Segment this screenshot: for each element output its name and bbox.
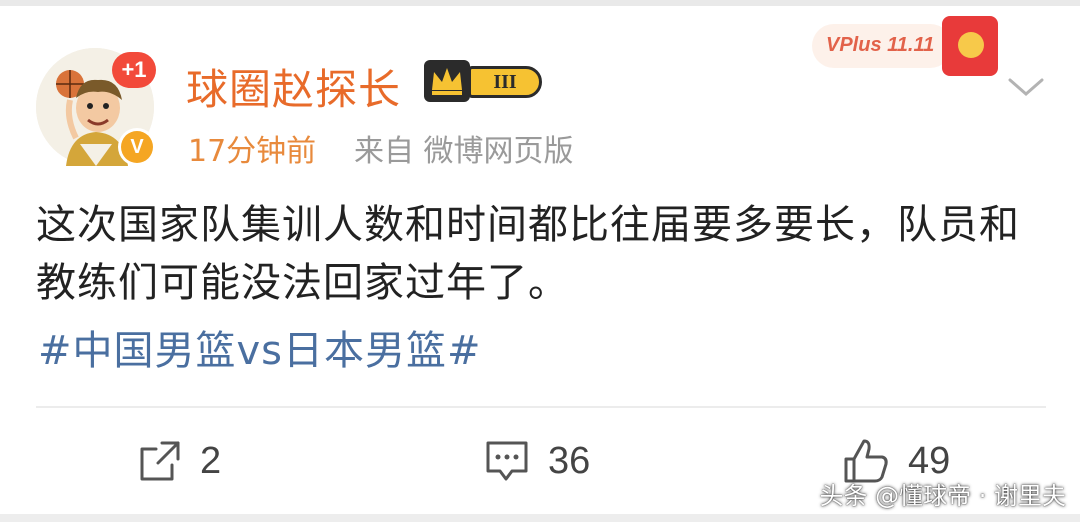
share-button[interactable]: 2	[138, 436, 221, 486]
comment-count: 36	[548, 439, 591, 482]
hashtag-link[interactable]: #中国男篮vs日本男篮#	[38, 322, 482, 380]
envelope-seal	[958, 32, 984, 58]
post-source: 来自 微博网页版	[354, 134, 574, 169]
top-strip	[0, 0, 1080, 6]
watermark: 头条 @懂球帝 · 谢里夫	[819, 482, 1066, 510]
post-text: 这次国家队集训人数和时间都比往届要多要长，队员和教练们可能没法回家过年了。	[36, 202, 1020, 306]
comment-icon	[486, 441, 528, 481]
author-name[interactable]: 球圈赵探长	[186, 56, 401, 117]
divider	[36, 406, 1046, 408]
share-icon	[140, 441, 180, 481]
rank-level: III	[468, 66, 542, 98]
rank-badge[interactable]: III	[424, 58, 542, 104]
bottom-strip	[0, 514, 1080, 522]
chevron-down-icon[interactable]	[1006, 74, 1046, 100]
vplus-promo[interactable]: VPlus 11.11	[812, 14, 1002, 78]
promo-label: VPlus 11.11	[826, 34, 935, 56]
post-time: 17分钟前	[188, 134, 317, 169]
crown-icon	[424, 60, 470, 102]
verified-mark: V	[121, 131, 153, 163]
comment-button[interactable]: 36	[484, 436, 590, 486]
avatar-notification-badge: +1	[112, 52, 156, 88]
verified-badge: V	[118, 128, 156, 166]
share-count: 2	[200, 439, 222, 482]
